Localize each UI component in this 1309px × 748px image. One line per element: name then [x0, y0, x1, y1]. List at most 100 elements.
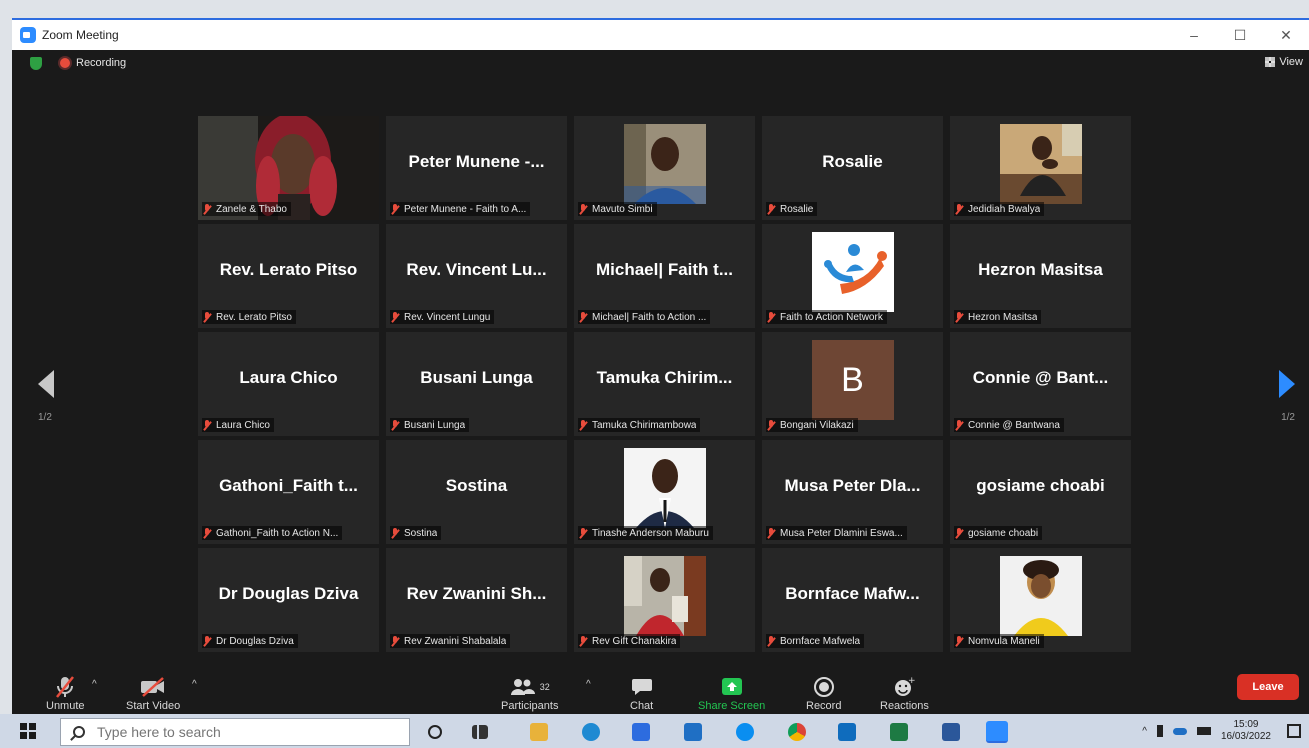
- muted-mic-icon: [54, 674, 76, 700]
- chrome-icon[interactable]: [788, 723, 806, 741]
- participant-name: Mavuto Simbi: [592, 203, 653, 215]
- participant-caption: Jedidiah Bwalya: [954, 202, 1045, 216]
- muted-mic-icon: [390, 635, 400, 647]
- participant-display-name: gosiame choabi: [976, 476, 1105, 495]
- participant-tile[interactable]: Tinashe Anderson Maburu: [574, 440, 755, 544]
- participant-tile[interactable]: Rev Zwanini Sh... Rev Zwanini Shabalala: [386, 548, 567, 652]
- participants-count: 32: [539, 682, 550, 692]
- start-video-button[interactable]: Start Video: [126, 674, 180, 712]
- skype-icon[interactable]: [736, 723, 754, 741]
- participant-name: Laura Chico: [216, 419, 270, 431]
- participant-tile[interactable]: Rev. Lerato Pitso Rev. Lerato Pitso: [198, 224, 379, 328]
- participant-video: [623, 124, 706, 204]
- reactions-button[interactable]: + Reactions: [880, 674, 929, 712]
- participant-name: Bornface Mafwela: [780, 635, 861, 647]
- participants-button[interactable]: 32 Participants: [501, 674, 558, 712]
- word-icon[interactable]: [942, 723, 960, 741]
- edge-icon[interactable]: [582, 723, 600, 741]
- clock[interactable]: 15:09 16/03/2022: [1221, 719, 1271, 743]
- mail-icon[interactable]: [684, 723, 702, 741]
- participant-caption: Connie @ Bantwana: [954, 418, 1064, 432]
- unmute-button[interactable]: Unmute: [46, 674, 85, 712]
- onedrive-icon[interactable]: [1172, 727, 1187, 735]
- participant-name: Jedidiah Bwalya: [968, 203, 1041, 215]
- view-button[interactable]: View: [1265, 56, 1303, 68]
- participant-tile[interactable]: Hezron Masitsa Hezron Masitsa: [950, 224, 1131, 328]
- reactions-label: Reactions: [880, 700, 929, 712]
- maximize-button[interactable]: ☐: [1217, 20, 1263, 50]
- muted-mic-icon: [390, 419, 400, 431]
- participant-tile[interactable]: Nomvula Maneli: [950, 548, 1131, 652]
- participant-caption: Tinashe Anderson Maburu: [578, 526, 713, 540]
- participant-tile[interactable]: Faith to Action Network: [762, 224, 943, 328]
- participant-tile[interactable]: Jedidiah Bwalya: [950, 116, 1131, 220]
- usb-icon[interactable]: [1156, 725, 1163, 737]
- participant-caption: Rosalie: [766, 202, 818, 216]
- file-explorer-icon[interactable]: [530, 723, 548, 741]
- next-page-arrow-icon[interactable]: [1279, 370, 1295, 398]
- participants-options-caret-icon[interactable]: ^: [586, 679, 591, 690]
- taskbar-search-input[interactable]: [97, 724, 397, 740]
- security-shield-icon[interactable]: [30, 56, 42, 70]
- participant-name: Dr Douglas Dziva: [216, 635, 294, 647]
- previous-page-arrow-icon[interactable]: [38, 370, 54, 398]
- close-button[interactable]: ✕: [1263, 20, 1309, 50]
- participant-tile[interactable]: Dr Douglas Dziva Dr Douglas Dziva: [198, 548, 379, 652]
- muted-mic-icon: [578, 311, 588, 323]
- clock-time: 15:09: [1233, 719, 1259, 730]
- participant-display-name: Rev. Lerato Pitso: [219, 260, 358, 279]
- system-tray: ^ 15:09 16/03/2022: [1142, 714, 1301, 748]
- participant-tile[interactable]: gosiame choabi gosiame choabi: [950, 440, 1131, 544]
- minimize-button[interactable]: –: [1171, 20, 1217, 50]
- recording-icon: [60, 58, 70, 68]
- participant-caption: Bornface Mafwela: [766, 634, 865, 648]
- task-view-icon[interactable]: [472, 725, 488, 739]
- muted-mic-icon: [954, 311, 964, 323]
- participant-tile[interactable]: Mavuto Simbi: [574, 116, 755, 220]
- participant-tile[interactable]: Laura Chico Laura Chico: [198, 332, 379, 436]
- participant-tile[interactable]: Zanele & Thabo: [198, 116, 379, 220]
- store-icon[interactable]: [632, 723, 650, 741]
- muted-mic-icon: [202, 311, 212, 323]
- audio-options-caret-icon[interactable]: ^: [92, 679, 97, 690]
- video-options-caret-icon[interactable]: ^: [192, 679, 197, 690]
- muted-mic-icon: [390, 203, 400, 215]
- participant-caption: Rev Zwanini Shabalala: [390, 634, 511, 648]
- participant-display-name: Bornface Mafw...: [785, 584, 920, 603]
- muted-mic-icon: [578, 203, 588, 215]
- muted-mic-icon: [202, 203, 212, 215]
- outlook-icon[interactable]: [838, 723, 856, 741]
- participant-tile[interactable]: Busani Lunga Busani Lunga: [386, 332, 567, 436]
- muted-mic-icon: [578, 419, 588, 431]
- notifications-icon[interactable]: [1287, 724, 1301, 738]
- cortana-icon[interactable]: [428, 725, 442, 739]
- participant-tile[interactable]: Rosalie Rosalie: [762, 116, 943, 220]
- participant-tile[interactable]: Bornface Mafw... Bornface Mafwela: [762, 548, 943, 652]
- participant-tile[interactable]: B Bongani Vilakazi: [762, 332, 943, 436]
- leave-button[interactable]: Leave: [1237, 674, 1299, 700]
- windows-start-icon[interactable]: [20, 723, 36, 739]
- chat-label: Chat: [630, 700, 654, 712]
- participant-tile[interactable]: Musa Peter Dla... Musa Peter Dlamini Eswa…: [762, 440, 943, 544]
- participant-name: Musa Peter Dlamini Eswa...: [780, 527, 903, 539]
- chat-button[interactable]: Chat: [630, 674, 653, 712]
- excel-icon[interactable]: [890, 723, 908, 741]
- participant-tile[interactable]: Peter Munene -... Peter Munene - Faith to…: [386, 116, 567, 220]
- participant-tile[interactable]: Gathoni_Faith t... Gathoni_Faith to Actio…: [198, 440, 379, 544]
- participant-name: Tamuka Chirimambowa: [592, 419, 697, 431]
- record-button[interactable]: Record: [806, 674, 841, 712]
- taskbar-search[interactable]: [60, 718, 410, 746]
- muted-mic-icon: [202, 419, 212, 431]
- participant-tile[interactable]: Sostina Sostina: [386, 440, 567, 544]
- participant-tile[interactable]: Connie @ Bant... Connie @ Bantwana: [950, 332, 1131, 436]
- participant-tile[interactable]: Rev Gift Chanakira: [574, 548, 755, 652]
- tray-chevron-icon[interactable]: ^: [1142, 726, 1147, 737]
- participant-tile[interactable]: Michael| Faith t... Michael| Faith to Act…: [574, 224, 755, 328]
- share-screen-button[interactable]: Share Screen: [698, 674, 765, 712]
- participant-tile[interactable]: Tamuka Chirim... Tamuka Chirimambowa: [574, 332, 755, 436]
- unmute-label: Unmute: [46, 700, 85, 712]
- participant-tile[interactable]: Rev. Vincent Lu... Rev. Vincent Lungu: [386, 224, 567, 328]
- zoom-taskbar-icon[interactable]: [986, 721, 1008, 743]
- muted-mic-icon: [390, 527, 400, 539]
- network-icon[interactable]: [1196, 727, 1211, 735]
